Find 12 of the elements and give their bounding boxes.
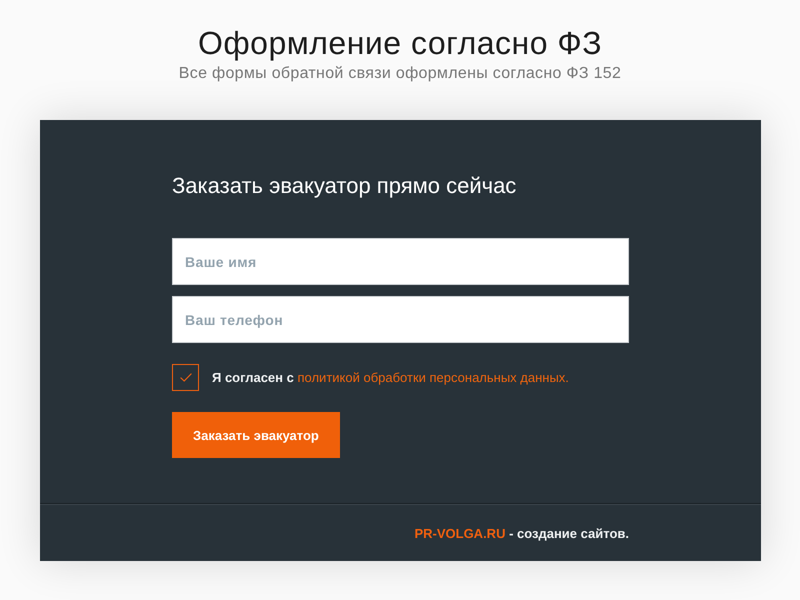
brand-link[interactable]: PR-VOLGA.RU bbox=[414, 526, 506, 541]
privacy-policy-link[interactable]: политикой обработки персональных данных. bbox=[297, 370, 569, 384]
form-title: Заказать эвакуатор прямо сейчас bbox=[172, 172, 518, 200]
page-subtitle: Все формы обратной связи оформлены согласно ФЗ 152 bbox=[178, 64, 622, 84]
input-field[interactable]: Ваше имя bbox=[172, 238, 629, 285]
consent-text: Я согласен с политикой обработки персональных данных. bbox=[212, 370, 569, 386]
footer-credit: PR-VOLGA.RU - создание сайтов. bbox=[414, 526, 629, 541]
consent-checkbox[interactable] bbox=[172, 364, 199, 391]
input-field[interactable]: Ваш телефон bbox=[172, 296, 629, 343]
page-title: Оформление согласно ФЗ bbox=[196, 24, 604, 62]
check-icon bbox=[180, 373, 192, 382]
order-tow-truck-button[interactable]: Заказать эвакуатор bbox=[172, 412, 340, 458]
